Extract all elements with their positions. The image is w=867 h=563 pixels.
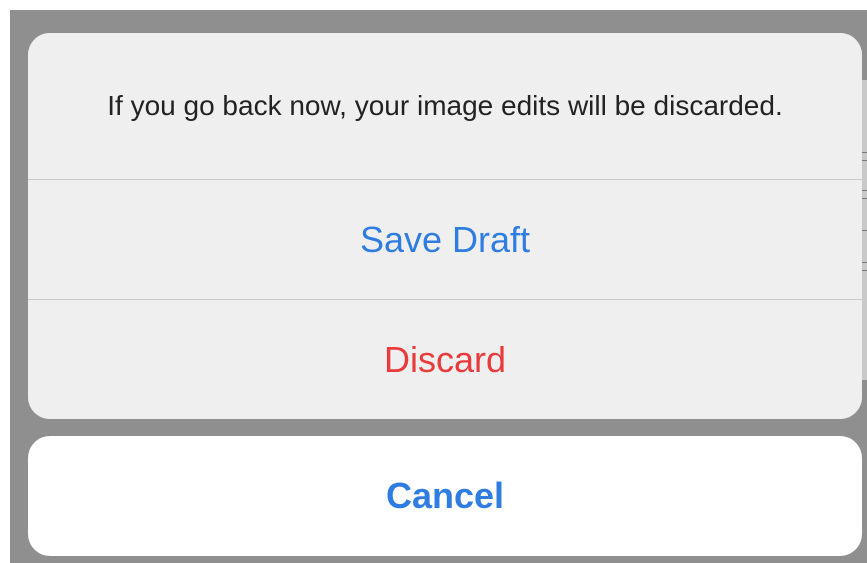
discard-button[interactable]: Discard (28, 300, 862, 419)
cancel-button[interactable]: Cancel (28, 436, 862, 556)
save-draft-button[interactable]: Save Draft (28, 180, 862, 299)
action-sheet: If you go back now, your image edits wil… (28, 33, 862, 419)
action-sheet-message: If you go back now, your image edits wil… (28, 33, 862, 179)
